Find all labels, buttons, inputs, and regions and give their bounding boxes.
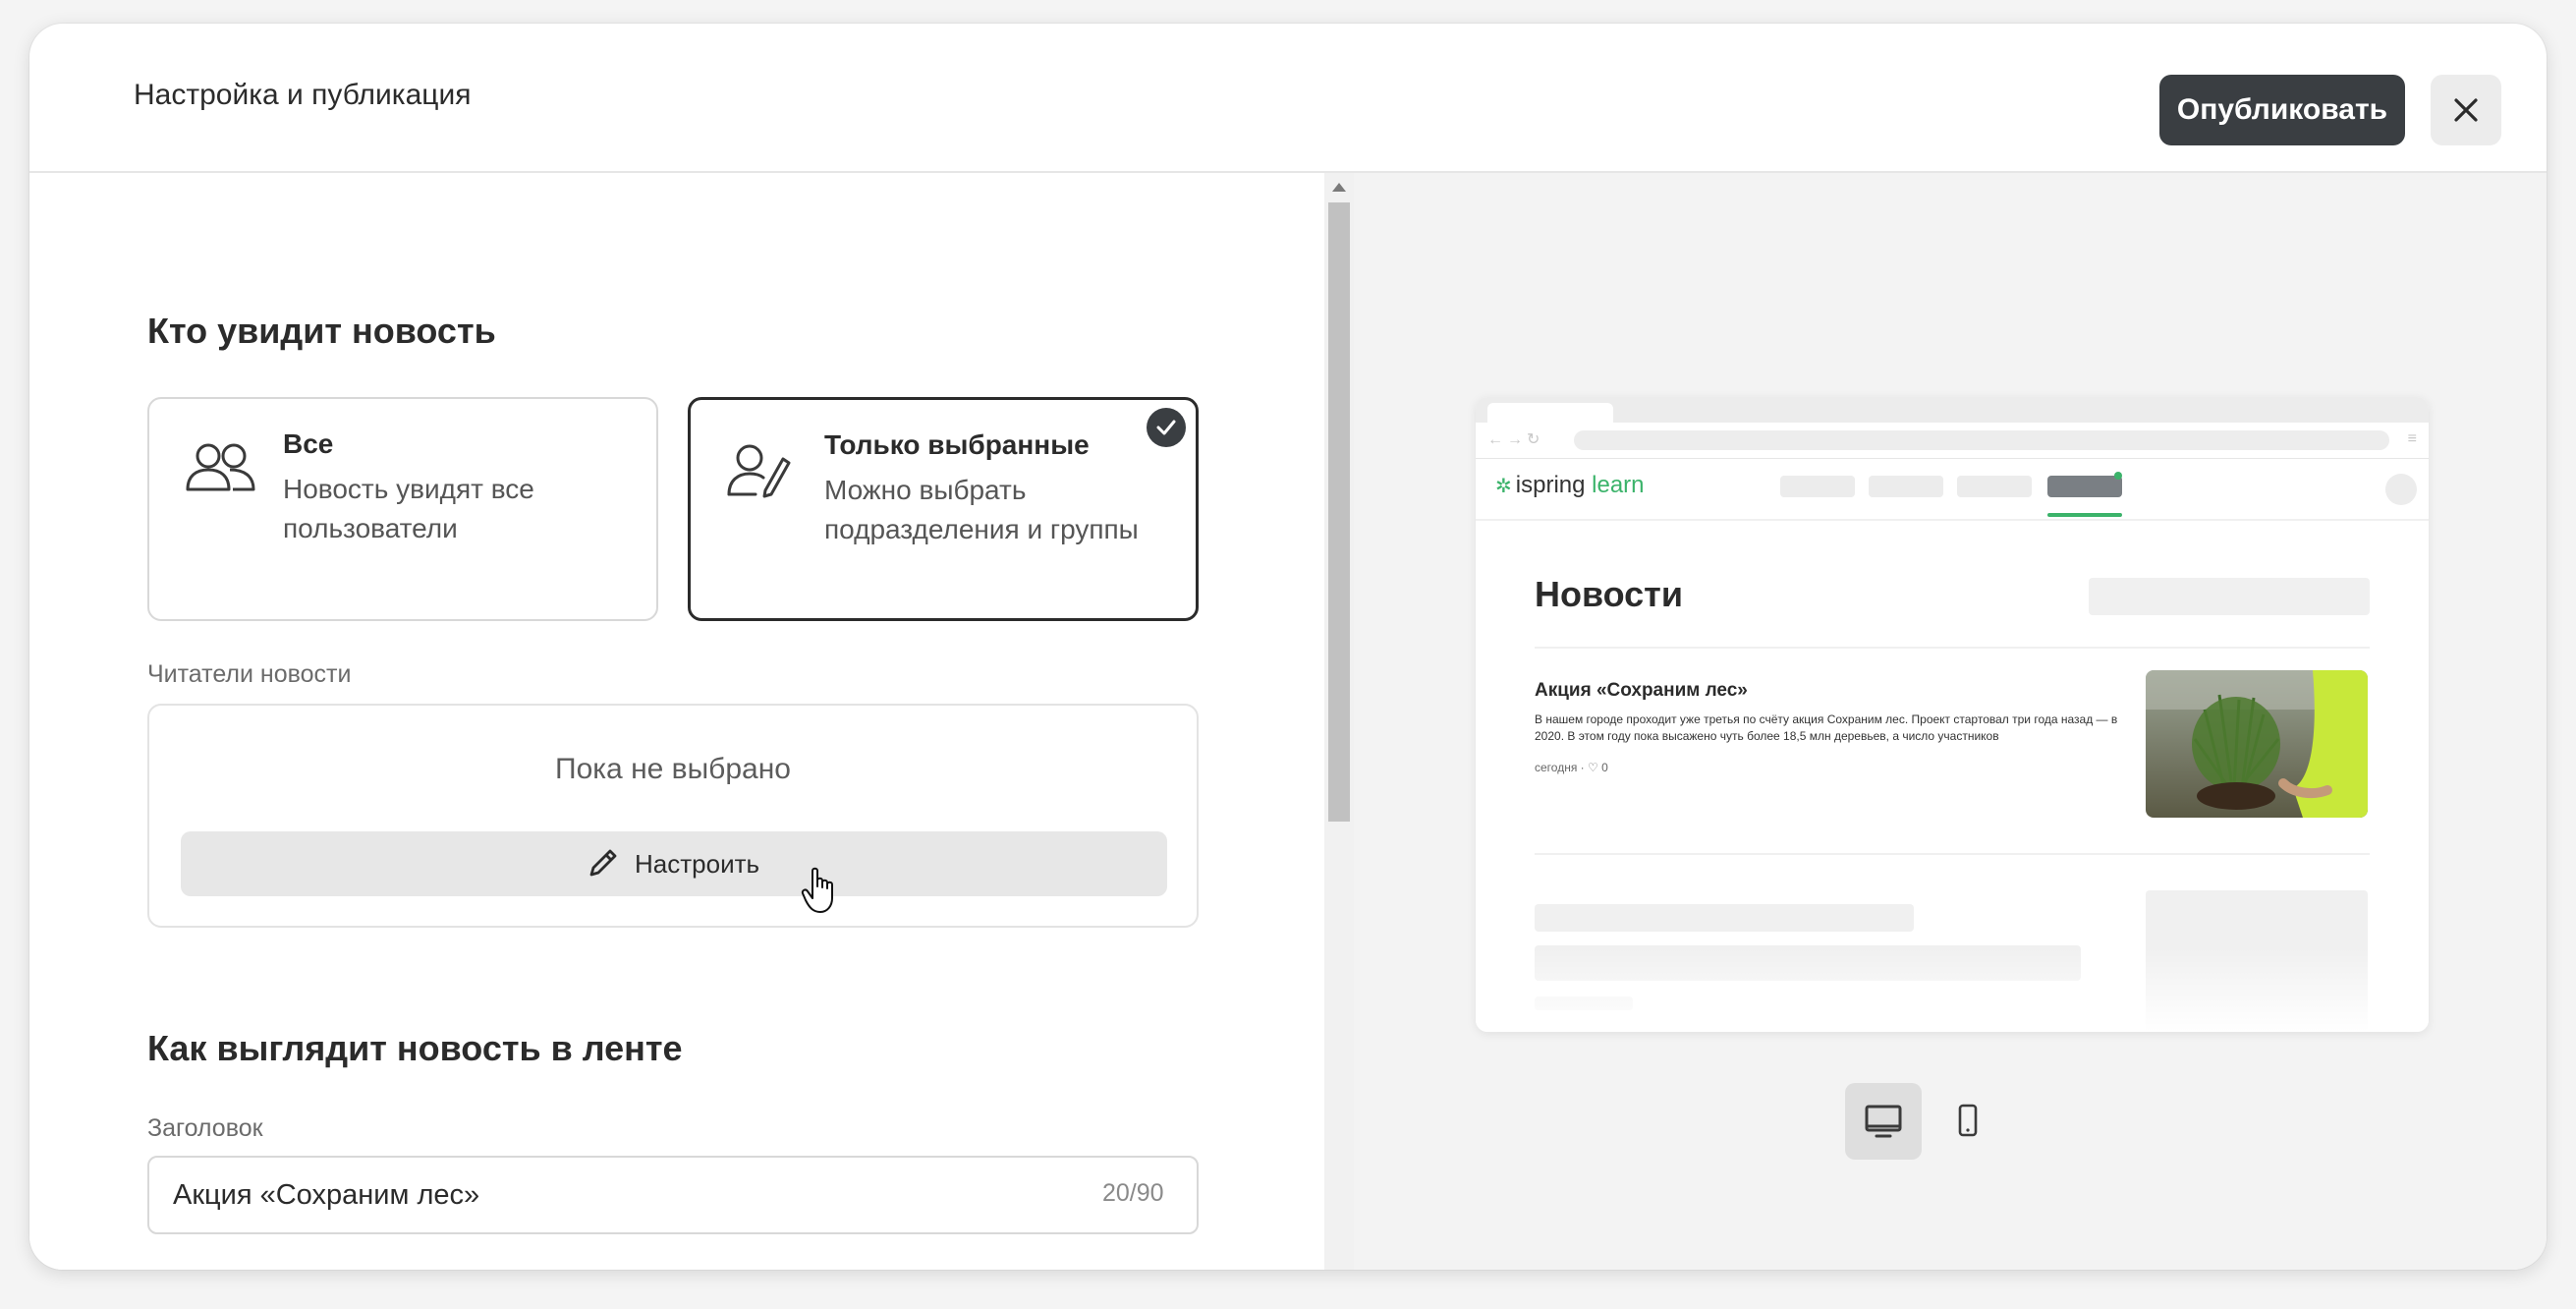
divider <box>1535 647 2370 649</box>
hand-cursor-icon <box>801 867 833 913</box>
desktop-icon <box>1865 1105 1902 1138</box>
preview-post-title: Акция «Сохраним лес» <box>1535 680 1748 701</box>
browser-nav-icon: ←→↻ <box>1487 431 1544 448</box>
close-button[interactable] <box>2431 75 2501 145</box>
preview-browser-frame: ←→↻ ≡ ✲ ispring learn Новости Акция «Сохр… <box>1476 397 2429 1032</box>
preview-post-meta: сегодня · ♡ 0 <box>1535 761 1608 774</box>
settings-panel: Кто увидит новость Все Новость увидят вс… <box>29 173 1324 1270</box>
user-edit-icon <box>727 444 791 498</box>
option-selected-title: Только выбранные <box>824 429 1090 460</box>
configure-readers-button[interactable]: Настроить <box>181 831 1167 896</box>
mobile-icon <box>1958 1104 1978 1137</box>
preview-app-header: ✲ ispring learn <box>1476 458 2429 521</box>
title-input[interactable] <box>147 1156 1199 1234</box>
audience-section-title: Кто увидит новость <box>147 311 496 351</box>
preview-page-title: Новости <box>1535 574 1683 614</box>
desktop-preview-button[interactable] <box>1845 1083 1922 1160</box>
browser-tab <box>1487 403 1613 423</box>
title-field-label: Заголовок <box>147 1114 263 1142</box>
divider <box>1535 853 2370 855</box>
audience-option-selected[interactable]: Только выбранные Можно выбрать подраздел… <box>688 397 1199 621</box>
configure-button-label: Настроить <box>635 849 760 879</box>
search-placeholder <box>2089 578 2370 615</box>
preview-post-text: В нашем городе проходит уже третья по сч… <box>1535 712 2118 743</box>
option-all-description: Новость увидят все пользователи <box>283 474 534 543</box>
title-char-counter: 20/90 <box>1102 1179 1164 1207</box>
avatar <box>2385 474 2417 505</box>
publish-dialog: Настройка и публикация Опубликовать Кто … <box>29 24 2547 1270</box>
nav-active-placeholder <box>2047 476 2122 497</box>
nav-placeholder <box>1869 476 1943 497</box>
preview-panel: ←→↻ ≡ ✲ ispring learn Новости Акция «Сохр… <box>1354 173 2547 1270</box>
selected-check-icon <box>1147 408 1186 447</box>
nav-active-underline <box>2047 513 2122 517</box>
publish-button[interactable]: Опубликовать <box>2159 75 2405 145</box>
browser-urlbar <box>1574 430 2389 450</box>
option-selected-description: Можно выбрать подразделения и группы <box>824 475 1139 544</box>
mobile-preview-button[interactable] <box>1930 1083 2006 1160</box>
scroll-thumb[interactable] <box>1328 202 1350 822</box>
post-image <box>2146 670 2368 818</box>
settings-scrollbar[interactable] <box>1324 173 1354 1270</box>
browser-tabbar <box>1476 397 2429 423</box>
close-icon <box>2454 98 2478 122</box>
nav-placeholder <box>1780 476 1855 497</box>
readers-empty-text: Пока не выбрано <box>555 753 791 785</box>
scroll-up-arrow-icon[interactable] <box>1332 183 1346 192</box>
option-all-title: Все <box>283 428 334 459</box>
browser-menu-icon: ≡ <box>2407 430 2417 447</box>
skeleton-line <box>1535 904 1914 932</box>
preview-fade <box>1476 947 2429 1032</box>
feed-section-title: Как выглядит новость в ленте <box>147 1028 683 1068</box>
ispring-logo: ✲ ispring learn <box>1495 472 1645 498</box>
readers-box: Пока не выбрано Настроить <box>147 704 1199 928</box>
pencil-icon <box>589 849 617 877</box>
dialog-header: Настройка и публикация Опубликовать <box>29 24 2547 173</box>
users-icon <box>186 443 255 491</box>
readers-label: Читатели новости <box>147 660 352 688</box>
nav-placeholder <box>1957 476 2032 497</box>
dialog-title: Настройка и публикация <box>134 79 472 111</box>
browser-addressbar: ←→↻ ≡ <box>1476 423 2429 459</box>
audience-option-all[interactable]: Все Новость увидят все пользователи <box>147 397 658 621</box>
nav-notification-dot <box>2114 472 2122 480</box>
